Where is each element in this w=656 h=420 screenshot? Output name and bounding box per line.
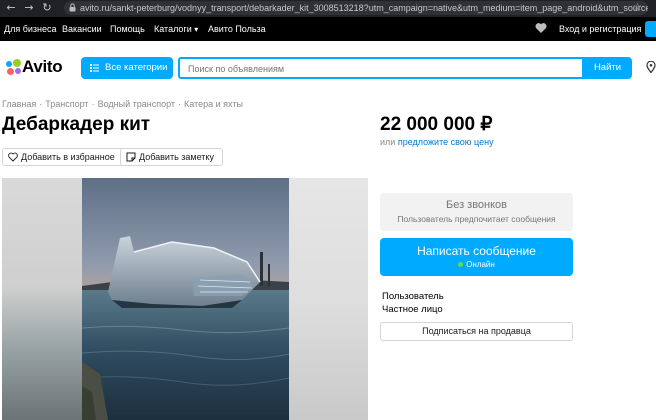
search-input[interactable] [180,60,582,78]
write-message-button[interactable]: Написать сообщение Онлайн [380,238,573,276]
forward-icon[interactable]: → [22,1,36,15]
gallery-blur-left [2,178,82,420]
address-bar[interactable]: avito.ru/sankt-peterburg/vodnyy_transpor… [64,1,648,15]
login-link[interactable]: Вход и регистрация [559,17,641,41]
breadcrumb-separator: · [178,99,182,109]
no-calls-subtitle: Пользователь предпочитает сообщения [397,214,556,224]
categories-menu-icon [90,64,99,72]
logo-text: Avito [22,57,63,76]
nav-link-help[interactable]: Помощь [110,17,145,41]
favorites-heart-icon[interactable] [535,22,547,34]
no-calls-notice: Без звонков Пользователь предпочитает со… [380,193,573,231]
offer-price-link[interactable]: предложите свою цену [398,137,494,147]
logo-dot-purple [15,68,21,74]
add-note-button[interactable]: Добавить заметку [120,148,223,166]
logo-dot-blue [6,61,12,67]
breadcrumb-separator: · [39,99,43,109]
breadcrumb: Главная · Транспорт · Водный транспорт · Катер… [2,99,243,109]
browser-toolbar: ← → ↻ avito.ru/sankt-peterburg/vodnyy_tr… [0,0,656,17]
post-ad-button-partial[interactable] [645,21,656,37]
listing-price: 22 000 000 ₽ [380,114,493,135]
back-icon[interactable]: ← [4,1,18,15]
price-or-text: или [380,137,396,147]
nav-link-vacancies[interactable]: Вакансии [62,17,102,41]
location-pin-icon[interactable] [646,61,656,73]
avito-logo[interactable]: Avito [6,56,70,78]
write-message-label: Написать сообщение [417,244,536,258]
note-icon [126,152,136,162]
photo-gallery[interactable] [2,178,368,420]
logo-dot-green [13,59,21,67]
add-to-favorites-label: Добавить в избранное [21,152,115,162]
add-note-label: Добавить заметку [139,152,214,162]
seller-name[interactable]: Пользователь [382,291,444,302]
nav-link-avito-benefit[interactable]: Авито Польза [208,17,266,41]
online-status: Онлайн [380,260,573,269]
online-status-text: Онлайн [466,260,495,269]
price-offer-line: или предложите свою цену [380,137,494,147]
search-box [178,57,584,79]
nav-link-business[interactable]: Для бизнеса [4,17,57,41]
nav-link-catalogs-label: Каталоги [154,24,192,34]
listing-title: Дебаркадер кит [2,114,151,135]
nav-link-catalogs[interactable]: Каталоги ▾ [154,17,198,42]
breadcrumb-item-water-transport[interactable]: Водный транспорт [98,99,175,109]
logo-dot-red [7,68,14,75]
all-categories-button[interactable]: Все категории [81,57,173,79]
breadcrumb-item-transport[interactable]: Транспорт [45,99,88,109]
subscribe-seller-button[interactable]: Подписаться на продавца [380,322,573,341]
no-calls-title: Без звонков [445,199,508,211]
url-text: avito.ru/sankt-peterburg/vodnyy_transpor… [80,3,648,13]
online-dot-icon [458,262,464,268]
lock-icon [69,3,76,12]
site-top-nav: Для бизнеса Вакансии Помощь Каталоги ▾ А… [0,17,656,41]
chevron-down-icon: ▾ [194,25,199,34]
search-button[interactable]: Найти [583,57,632,79]
breadcrumb-separator: · [91,99,95,109]
add-to-favorites-button[interactable]: Добавить в избранное [2,148,124,166]
reload-icon[interactable]: ↻ [40,1,54,15]
bookmark-star-icon[interactable]: ☆ [633,1,642,15]
listing-photo[interactable] [82,178,289,420]
breadcrumb-item-boats-yachts[interactable]: Катера и яхты [184,99,243,109]
breadcrumb-item-home[interactable]: Главная [2,99,36,109]
heart-outline-icon [8,152,18,162]
all-categories-label: Все категории [105,62,168,73]
seller-type: Частное лицо [382,304,443,315]
gallery-blur-right [289,178,368,420]
